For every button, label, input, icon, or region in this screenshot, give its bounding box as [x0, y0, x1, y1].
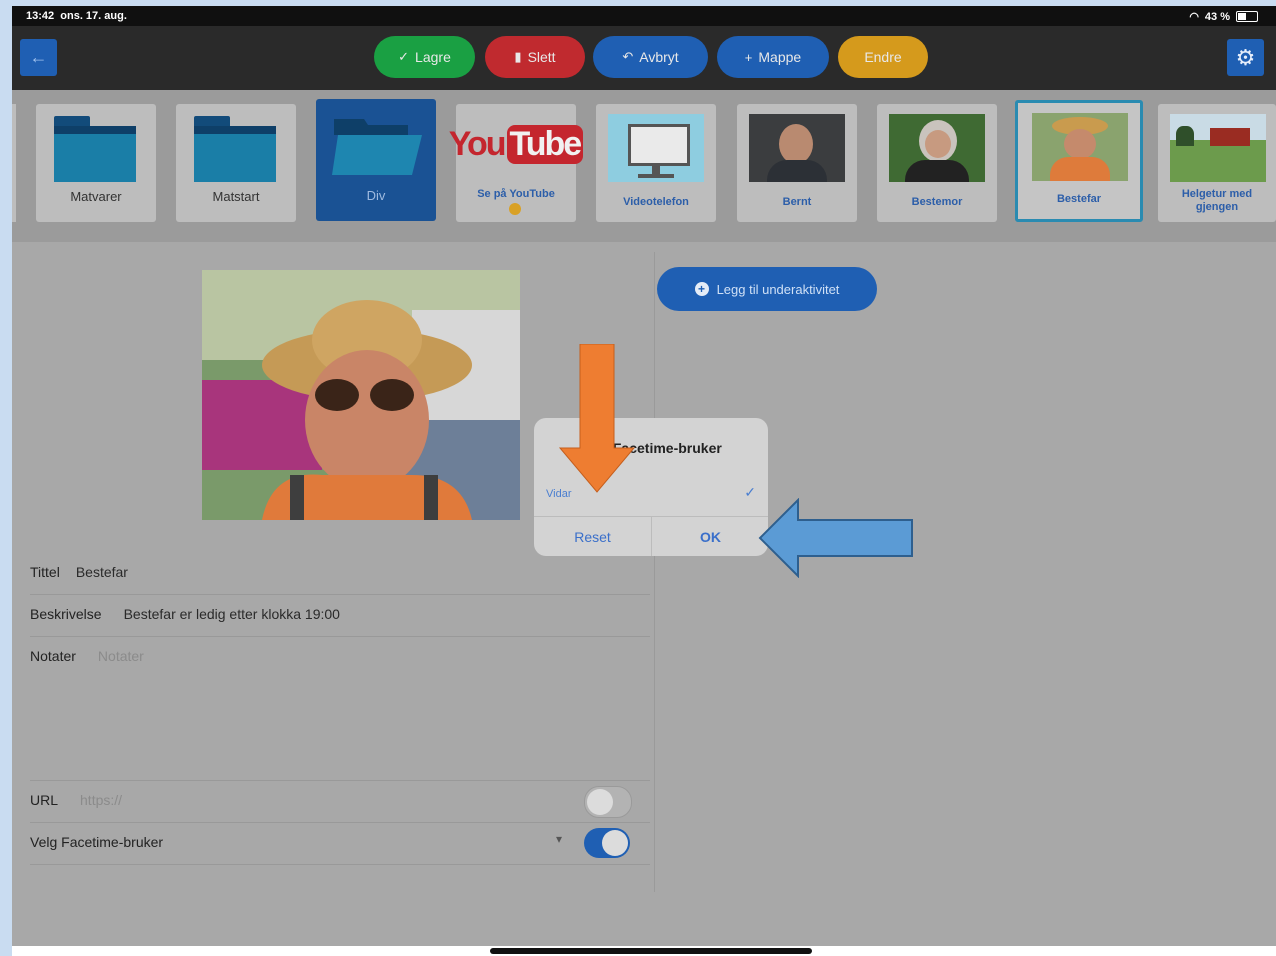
bestefar-thumbnail	[1032, 113, 1128, 181]
settings-button[interactable]: ⚙	[1227, 39, 1264, 76]
youtube-logo: You Tube	[449, 114, 584, 174]
tile-helgetur[interactable]: Helgetur med gjengen	[1158, 104, 1276, 222]
activity-photo[interactable]	[202, 270, 520, 520]
back-button[interactable]: ←	[20, 39, 57, 76]
folder-icon	[54, 116, 136, 182]
url-row[interactable]: URL https://	[30, 780, 650, 820]
notes-label: Notater	[30, 648, 76, 664]
edit-button[interactable]: Endre	[838, 36, 928, 78]
toggle-knob	[587, 789, 613, 815]
home-indicator[interactable]	[490, 948, 812, 954]
cancel-button[interactable]: ↶ Avbryt	[593, 36, 708, 78]
battery-icon	[1236, 11, 1258, 22]
undo-icon: ↶	[622, 49, 634, 64]
title-label: Tittel	[30, 564, 60, 580]
notes-row[interactable]: Notater Notater	[30, 636, 650, 676]
item-strip: Matvarer Matstart Div You Tube Se på YouT…	[12, 90, 1276, 242]
tile-matvarer[interactable]: Matvarer	[36, 104, 156, 222]
tile-bestemor[interactable]: Bestemor	[877, 104, 997, 222]
status-right: ◠ 43 %	[1189, 10, 1258, 23]
tile-matstart[interactable]: Matstart	[176, 104, 296, 222]
facetime-label: Velg Facetime-bruker	[30, 834, 164, 850]
new-folder-button[interactable]: + Mappe	[717, 36, 829, 78]
gear-icon: ⚙	[1235, 44, 1256, 70]
helgetur-thumbnail	[1170, 114, 1266, 182]
save-button[interactable]: ✓ Lagre	[374, 36, 475, 78]
tile-youtube[interactable]: You Tube Se på YouTube	[449, 104, 584, 222]
bestemor-thumbnail	[889, 114, 985, 182]
home-bar	[12, 946, 1276, 956]
delete-button[interactable]: ▮ Slett	[485, 36, 585, 78]
title-field[interactable]: Bestefar	[76, 564, 128, 580]
ok-button[interactable]: OK	[652, 517, 768, 556]
toggle-knob	[602, 830, 628, 856]
toolbar: ← ✓ Lagre ▮ Slett ↶ Avbryt + Mappe Endre…	[12, 26, 1276, 90]
facetime-toggle[interactable]	[584, 828, 630, 858]
reset-button[interactable]: Reset	[534, 517, 651, 556]
notes-field[interactable]: Notater	[98, 648, 144, 664]
trash-icon: ▮	[514, 49, 522, 64]
plus-icon: +	[744, 49, 753, 65]
divider	[30, 864, 650, 865]
detail-panel: Tittel Bestefar Beskrivelse Bestefar er …	[12, 242, 1276, 946]
tile-div[interactable]: Div	[316, 99, 436, 221]
description-label: Beskrivelse	[30, 606, 102, 622]
orange-down-arrow	[558, 344, 636, 493]
url-label: URL	[30, 792, 59, 808]
tile-edge	[12, 104, 16, 222]
url-toggle[interactable]	[584, 786, 632, 818]
folder-icon	[194, 116, 276, 182]
tile-videotelefon[interactable]: Videotelefon	[596, 104, 716, 222]
chevron-down-icon[interactable]: ▾	[556, 832, 562, 846]
arrow-left-icon: ←	[29, 47, 48, 67]
description-row[interactable]: Beskrivelse Bestefar er ledig etter klok…	[30, 594, 650, 634]
bernt-thumbnail	[749, 114, 845, 182]
description-field[interactable]: Bestefar er ledig etter klokka 19:00	[124, 606, 340, 622]
title-row[interactable]: Tittel Bestefar	[30, 552, 650, 592]
app-screen: 13:42 ons. 17. aug. ◠ 43 % ← ✓ Lagre ▮ S…	[12, 6, 1276, 956]
bestefar-portrait	[202, 270, 520, 520]
panel-divider	[654, 252, 655, 892]
status-time: 13:42 ons. 17. aug.	[26, 10, 127, 22]
status-bar: 13:42 ons. 17. aug. ◠ 43 %	[12, 6, 1276, 26]
plus-circle-icon: +	[694, 282, 709, 296]
tile-bernt[interactable]: Bernt	[737, 104, 857, 222]
wifi-icon: ◠	[1189, 11, 1199, 23]
url-field[interactable]: https://	[80, 792, 122, 808]
checkmark-icon: ✓	[744, 484, 756, 500]
smiley-emoji-icon	[509, 203, 521, 215]
tile-bestefar[interactable]: Bestefar	[1015, 100, 1143, 222]
add-subactivity-button[interactable]: + Legg til underaktivitet	[657, 267, 877, 311]
videotelefon-thumbnail	[608, 114, 704, 182]
battery-percent: 43 %	[1204, 10, 1230, 23]
open-folder-icon	[332, 119, 422, 175]
check-icon: ✓	[398, 49, 410, 64]
blue-left-arrow	[758, 498, 913, 578]
